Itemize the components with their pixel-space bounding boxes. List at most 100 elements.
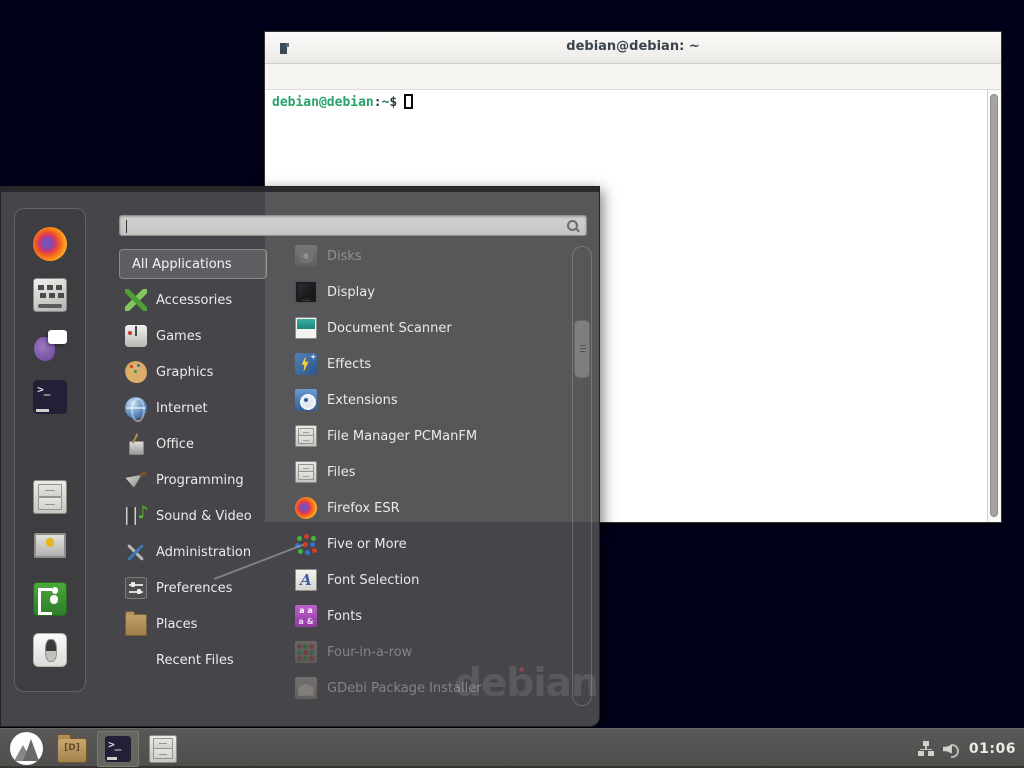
app-label: Extensions: [327, 393, 398, 408]
file-cabinet-icon: [149, 735, 177, 763]
prompt-user-host: debian@debian: [272, 95, 374, 110]
category-list: All Applications Accessories Games Graph…: [119, 249, 267, 678]
window-controls: [908, 42, 987, 53]
category-label: Places: [156, 617, 197, 632]
app-row[interactable]: Disks: [265, 238, 573, 274]
disks-icon: [295, 245, 317, 267]
window-control-button[interactable]: [908, 42, 919, 53]
extensions-icon: [295, 389, 317, 411]
app-label: Five or More: [327, 537, 407, 552]
taskbar-tray: 01:06: [918, 729, 1016, 768]
app-label: Files: [327, 465, 356, 480]
app-label: Disks: [327, 249, 362, 264]
app-row[interactable]: Font Selection: [265, 562, 573, 598]
category-row[interactable]: Preferences: [119, 570, 267, 606]
sidebar-launcher[interactable]: [33, 227, 67, 261]
sidebar-launcher[interactable]: [33, 329, 67, 363]
search-icon: [567, 220, 580, 233]
app-label: Fonts: [327, 609, 362, 624]
firefox-icon: [33, 227, 67, 261]
category-row[interactable]: Programming: [119, 462, 267, 498]
app-row[interactable]: Document Scanner: [265, 310, 573, 346]
category-label: Graphics: [156, 365, 213, 380]
debian-watermark: debian: [454, 661, 598, 706]
terminal-scrollbar[interactable]: [987, 90, 1001, 522]
desktop-folder-launcher[interactable]: [D]: [53, 731, 91, 767]
category-row[interactable]: Accessories: [119, 282, 267, 318]
category-row[interactable]: Sound & Video: [119, 498, 267, 534]
folder-badge: [D]: [58, 743, 86, 753]
category-label: Programming: [156, 473, 244, 488]
firefox-icon: [295, 497, 317, 519]
application-list: Disks Display Document Scanner Effects E…: [265, 238, 573, 706]
internet-icon: [125, 397, 147, 419]
cabinet-icon: [295, 425, 317, 447]
app-row[interactable]: Fonts: [265, 598, 573, 634]
menu-scrollbar-thumb[interactable]: [574, 320, 590, 378]
app-row[interactable]: Files: [265, 454, 573, 490]
effects-icon: [295, 353, 317, 375]
administration-icon: [125, 541, 147, 563]
app-row[interactable]: Extensions: [265, 382, 573, 418]
category-label: Preferences: [156, 581, 232, 596]
clock[interactable]: 01:06: [969, 741, 1016, 757]
document-scanner-icon: [295, 317, 317, 339]
category-row[interactable]: All Applications: [119, 249, 267, 279]
terminal-task-button[interactable]: [97, 731, 139, 767]
window-control-button[interactable]: [942, 42, 953, 53]
app-label: Four-in-a-row: [327, 645, 412, 660]
category-row[interactable]: Administration: [119, 534, 267, 570]
watermark-red-dot: [519, 667, 524, 672]
category-row[interactable]: Office: [119, 426, 267, 462]
file-manager-launcher[interactable]: [145, 731, 181, 767]
application-menu: All Applications Accessories Games Graph…: [0, 186, 600, 727]
window-title: debian@debian: ~: [265, 39, 1001, 54]
category-label: Sound & Video: [156, 509, 252, 524]
games-icon: [125, 325, 147, 347]
menu-scrollbar[interactable]: [572, 246, 592, 706]
programming-icon: [125, 469, 147, 491]
menu-button[interactable]: [6, 731, 47, 767]
category-label: Accessories: [156, 293, 232, 308]
category-row[interactable]: Graphics: [119, 354, 267, 390]
graphics-icon: [125, 361, 147, 383]
app-row[interactable]: File Manager PCManFM: [265, 418, 573, 454]
terminal-titlebar[interactable]: debian@debian: ~: [265, 32, 1001, 64]
search-box: [119, 215, 587, 236]
app-label: Effects: [327, 357, 371, 372]
app-label: Firefox ESR: [327, 501, 400, 516]
app-label: File Manager PCManFM: [327, 429, 477, 444]
app-label: Font Selection: [327, 573, 419, 588]
category-row[interactable]: Games: [119, 318, 267, 354]
app-row[interactable]: Display: [265, 274, 573, 310]
window-control-button[interactable]: [976, 42, 987, 53]
sidebar-launcher[interactable]: [33, 278, 67, 312]
category-row[interactable]: Internet: [119, 390, 267, 426]
search-input[interactable]: [124, 217, 564, 234]
category-row[interactable]: Recent Files: [119, 642, 267, 678]
terminal-scrollbar-thumb[interactable]: [990, 94, 998, 517]
volume-icon[interactable]: [943, 742, 960, 756]
menu-top-edge: [1, 187, 599, 192]
app-label: Display: [327, 285, 375, 300]
sidebar-launcher[interactable]: [33, 633, 67, 667]
cabinet-icon: [295, 461, 317, 483]
sidebar-launcher[interactable]: [33, 380, 67, 414]
sidebar-launcher[interactable]: [33, 480, 67, 514]
app-label: Document Scanner: [327, 321, 452, 336]
category-row[interactable]: Places: [119, 606, 267, 642]
category-label: Administration: [156, 545, 251, 560]
network-icon[interactable]: [918, 741, 934, 756]
sidebar-launcher[interactable]: [33, 531, 67, 565]
app-row[interactable]: Firefox ESR: [265, 490, 573, 526]
taskbar-left: [D]: [6, 729, 187, 768]
app-row[interactable]: Five or More: [265, 526, 573, 562]
gdebi-icon: [295, 677, 317, 699]
prompt-colon: :: [374, 95, 382, 110]
category-label: Games: [156, 329, 201, 344]
logout-icon: [33, 582, 67, 616]
cabinet-icon: [33, 480, 67, 514]
terminal-icon: [105, 736, 131, 762]
app-row[interactable]: Effects: [265, 346, 573, 382]
sidebar-launcher[interactable]: [33, 582, 67, 616]
